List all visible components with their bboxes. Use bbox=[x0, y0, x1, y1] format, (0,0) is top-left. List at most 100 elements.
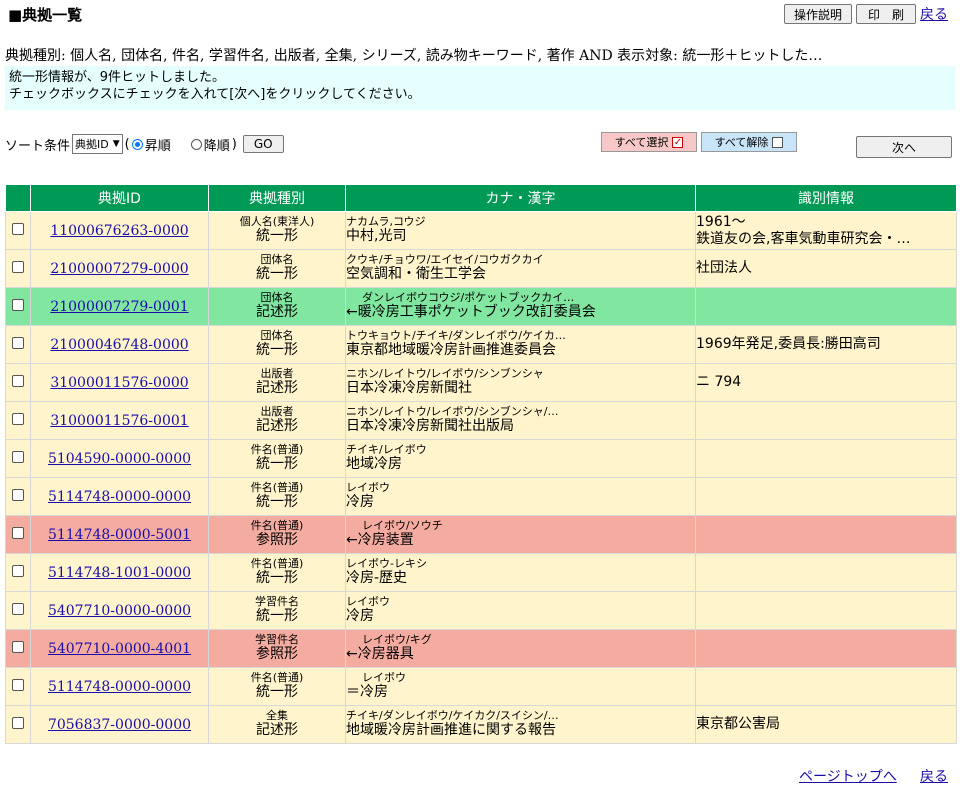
row-checkbox[interactable] bbox=[12, 602, 24, 615]
row-checkbox-cell bbox=[5, 667, 31, 706]
info-cell: 社団法人 bbox=[695, 249, 957, 288]
row-checkbox[interactable] bbox=[12, 298, 24, 311]
id-cell: 5104590-0000-0000 bbox=[30, 439, 209, 478]
info-cell: ニ 794 bbox=[695, 363, 957, 402]
kana-reading: チイキ/ダンレイボウ/ケイカク/スイシン/… bbox=[346, 709, 559, 722]
row-checkbox[interactable] bbox=[12, 412, 24, 425]
row-checkbox-cell bbox=[5, 325, 31, 364]
row-checkbox[interactable] bbox=[12, 564, 24, 577]
manual-button[interactable]: 操作説明 bbox=[784, 4, 852, 24]
name-cell: レイボウ ＝冷房 bbox=[345, 667, 696, 706]
authority-id-link[interactable]: 5407710-0000-4001 bbox=[48, 641, 191, 657]
type-cell: 団体名 記述形 bbox=[208, 287, 346, 326]
row-checkbox-cell bbox=[5, 705, 31, 744]
table-row: 5114748-0000-5001 件名(普通) 参照形 レイボウ/ソウチ ←冷房装置 bbox=[5, 515, 957, 554]
authority-id-link[interactable]: 5407710-0000-0000 bbox=[48, 603, 191, 619]
info-cell bbox=[695, 287, 957, 326]
kana-reading: レイボウ bbox=[346, 481, 391, 494]
info-cell bbox=[695, 477, 957, 516]
table-row: 21000007279-0000 団体名 統一形 クウキ/チョウワ/エイセイ/コウガク… bbox=[5, 249, 957, 288]
type-cell: 件名(普通) 統一形 bbox=[208, 439, 346, 478]
back-link-bottom[interactable]: 戻る bbox=[920, 766, 948, 786]
kanji-name: 中村,光司 bbox=[346, 228, 407, 244]
id-cell: 7056837-0000-0000 bbox=[30, 705, 209, 744]
info-cell bbox=[695, 515, 957, 554]
result-message-line2: チェックボックスにチェックを入れて[次へ]をクリックしてください。 bbox=[9, 87, 421, 102]
row-checkbox-cell bbox=[5, 401, 31, 440]
authority-id-link[interactable]: 5104590-0000-0000 bbox=[48, 451, 191, 467]
table-row: 11000676263-0000 個人名(東洋人) 統一形 ナカムラ,コウジ 中村,光司… bbox=[5, 211, 957, 250]
authority-id-link[interactable]: 7056837-0000-0000 bbox=[48, 717, 191, 733]
kanji-name: 冷房 bbox=[346, 494, 375, 510]
table-row: 5104590-0000-0000 件名(普通) 統一形 チイキ/レイボウ 地域冷房 bbox=[5, 439, 957, 478]
type-cell: 件名(普通) 参照形 bbox=[208, 515, 346, 554]
type-category: 出版者 bbox=[260, 367, 294, 380]
table-row: 5407710-0000-0000 学習件名 統一形 レイボウ 冷房 bbox=[5, 591, 957, 630]
authority-table: 典拠ID 典拠種別 カナ・漢字 識別情報 11000676263-0000 個人名… bbox=[5, 184, 957, 744]
select-all-button[interactable]: すべて選択 ✓ bbox=[601, 132, 697, 152]
kanji-name: 日本冷凍冷房新聞社出版局 bbox=[346, 418, 515, 434]
type-cell: 学習件名 統一形 bbox=[208, 591, 346, 630]
type-cell: 学習件名 参照形 bbox=[208, 629, 346, 668]
authority-id-link[interactable]: 21000046748-0000 bbox=[50, 337, 188, 353]
type-form: 参照形 bbox=[256, 532, 298, 548]
kana-reading: レイボウ/ソウチ bbox=[362, 519, 443, 532]
back-link-top[interactable]: 戻る bbox=[920, 4, 948, 24]
row-checkbox-cell bbox=[5, 439, 31, 478]
row-checkbox[interactable] bbox=[12, 716, 24, 729]
authority-id-link[interactable]: 21000007279-0000 bbox=[50, 261, 188, 277]
type-cell: 出版者 記述形 bbox=[208, 363, 346, 402]
asc-label: 昇順 bbox=[144, 138, 171, 154]
asc-radio[interactable] bbox=[131, 138, 143, 150]
header-type: 典拠種別 bbox=[208, 184, 346, 212]
authority-id-link[interactable]: 21000007279-0001 bbox=[50, 299, 188, 315]
info-cell: 東京都公害局 bbox=[695, 705, 957, 744]
info-cell bbox=[695, 401, 957, 440]
row-checkbox[interactable] bbox=[12, 450, 24, 463]
type-form: 参照形 bbox=[256, 646, 298, 662]
info-cell bbox=[695, 629, 957, 668]
row-checkbox[interactable] bbox=[12, 526, 24, 539]
desc-radio[interactable] bbox=[190, 138, 202, 150]
header-name: カナ・漢字 bbox=[345, 184, 696, 212]
name-cell: トウキョウト/チイキ/ダンレイボウ/ケイカ… 東京都地域暖冷房計画推進委員会 bbox=[345, 325, 696, 364]
type-category: 出版者 bbox=[260, 405, 294, 418]
next-button[interactable]: 次へ bbox=[856, 136, 952, 158]
id-cell: 5407710-0000-0000 bbox=[30, 591, 209, 630]
kanji-name: 地域冷房 bbox=[346, 456, 403, 472]
type-form: 統一形 bbox=[256, 494, 298, 510]
table-row: 5114748-0000-0000 件名(普通) 統一形 レイボウ 冷房 bbox=[5, 477, 957, 516]
go-button[interactable]: GO bbox=[242, 135, 284, 153]
row-checkbox[interactable] bbox=[12, 488, 24, 501]
clear-all-button[interactable]: すべて解除 bbox=[701, 132, 797, 152]
authority-id-link[interactable]: 5114748-1001-0000 bbox=[48, 565, 191, 581]
print-button[interactable]: 印 刷 bbox=[856, 4, 916, 24]
kanji-name: 冷房-歴史 bbox=[346, 570, 408, 586]
sort-select[interactable]: 典拠ID ▼ bbox=[72, 134, 123, 154]
type-cell: 団体名 統一形 bbox=[208, 249, 346, 288]
info-line2: 鉄道友の会,客車気動車研究会・… bbox=[696, 230, 911, 247]
authority-id-link[interactable]: 5114748-0000-0000 bbox=[48, 489, 191, 505]
authority-id-link[interactable]: 31000011576-0001 bbox=[50, 413, 188, 429]
authority-id-link[interactable]: 5114748-0000-0000 bbox=[48, 679, 191, 695]
kanji-name: ←冷房装置 bbox=[346, 532, 414, 548]
table-row: 31000011576-0001 出版者 記述形 ニホン/レイトウ/レイボウ/シンブン… bbox=[5, 401, 957, 440]
row-checkbox[interactable] bbox=[12, 678, 24, 691]
page-top-link[interactable]: ページトップへ bbox=[799, 766, 897, 786]
row-checkbox[interactable] bbox=[12, 640, 24, 653]
row-checkbox-cell bbox=[5, 211, 31, 250]
kanji-name: 冷房 bbox=[346, 608, 375, 624]
id-cell: 5114748-1001-0000 bbox=[30, 553, 209, 592]
authority-id-link[interactable]: 11000676263-0000 bbox=[50, 223, 188, 239]
row-checkbox[interactable] bbox=[12, 260, 24, 273]
sort-label: ソート条件 bbox=[5, 138, 71, 154]
row-checkbox[interactable] bbox=[12, 336, 24, 349]
authority-id-link[interactable]: 31000011576-0000 bbox=[50, 375, 188, 391]
authority-id-link[interactable]: 5114748-0000-5001 bbox=[48, 527, 191, 543]
type-category: 個人名(東洋人) bbox=[239, 215, 315, 228]
row-checkbox[interactable] bbox=[12, 374, 24, 387]
row-checkbox[interactable] bbox=[12, 222, 24, 235]
name-cell: レイボウ/キグ ←冷房器具 bbox=[345, 629, 696, 668]
id-cell: 11000676263-0000 bbox=[30, 211, 209, 250]
kanji-name: 東京都地域暖冷房計画推進委員会 bbox=[346, 342, 557, 358]
